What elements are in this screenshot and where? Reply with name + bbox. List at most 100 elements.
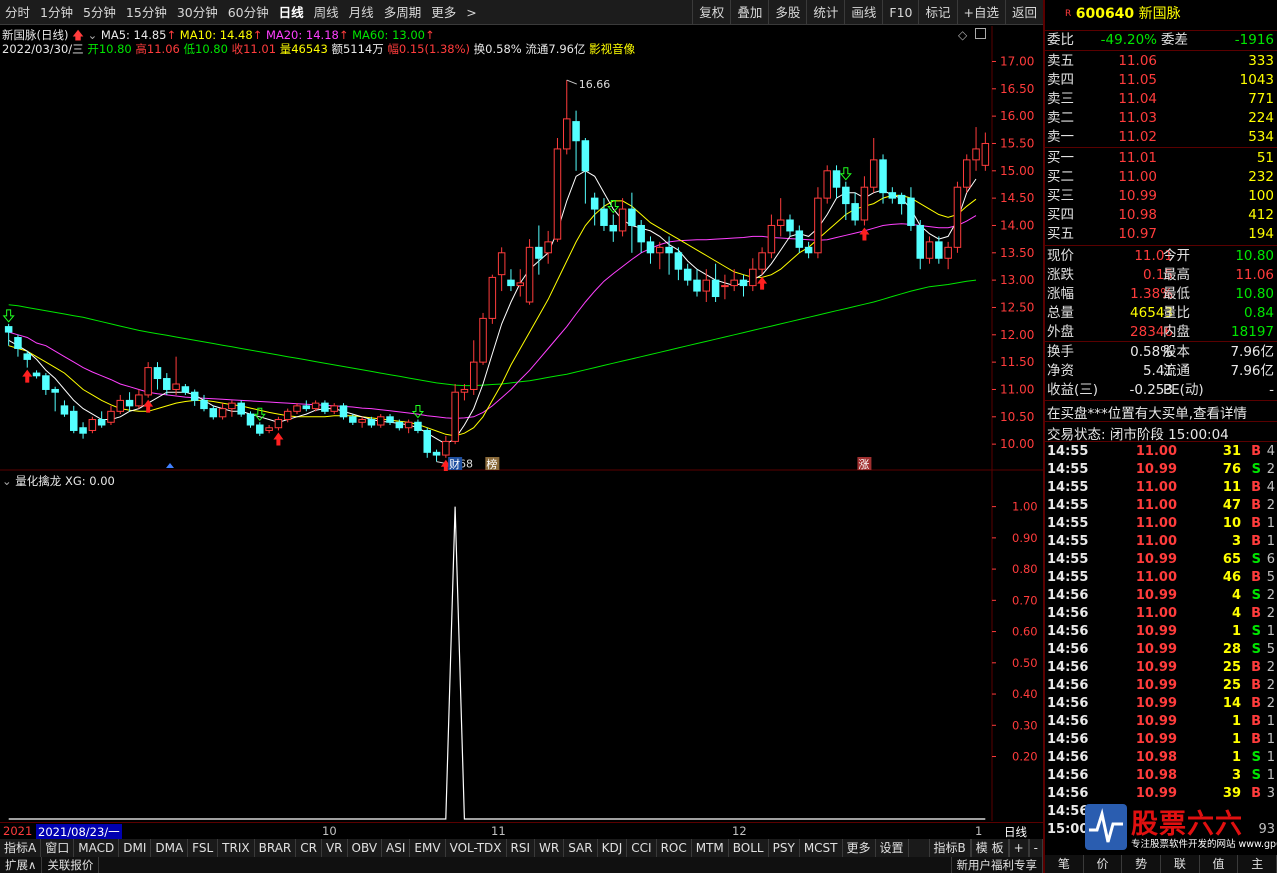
diamond-icon[interactable]: ◇ — [958, 28, 967, 42]
date-axis-bar[interactable]: 2021 2021/08/23/一 10 11 12 1 日线 — [0, 822, 1043, 840]
candle-body — [739, 279, 748, 287]
more-arrow-icon[interactable]: > — [461, 0, 481, 25]
candle — [442, 435, 450, 458]
timeframe-tab[interactable]: 多周期 — [379, 0, 427, 25]
panel-tab[interactable]: 势 — [1122, 855, 1162, 873]
book-row[interactable]: 卖五 11.06 333 — [1045, 52, 1277, 70]
book-row[interactable]: 卖四 11.05 1043 — [1045, 71, 1277, 89]
indicator-tab[interactable]: CCI — [627, 839, 657, 857]
concept-tag[interactable]: 影视音像 — [589, 42, 635, 56]
timeframe-tab[interactable]: 月线 — [344, 0, 379, 25]
ma20-legend: MA20: 14.18 — [265, 28, 339, 42]
chevron-down-icon[interactable]: ⌄ — [88, 28, 98, 42]
book-row[interactable]: 买一 11.01 51 — [1045, 149, 1277, 167]
tool-button[interactable]: 多股 — [768, 0, 806, 25]
tick-d: S — [1251, 624, 1261, 639]
candle — [823, 165, 831, 204]
indicator-tab[interactable]: 设置 — [876, 839, 909, 857]
timeframe-tab[interactable]: 更多 — [426, 0, 461, 25]
panel-tab[interactable]: 联 — [1161, 855, 1200, 873]
candle-body — [60, 405, 69, 415]
book-price: 11.01 — [1118, 150, 1157, 166]
indicator-tab[interactable]: 指标A — [0, 839, 42, 857]
tick-t: 14:56 — [1047, 786, 1089, 801]
timeframe-tab[interactable]: 5分钟 — [78, 0, 121, 25]
indicator-tab[interactable]: VR — [322, 839, 348, 857]
indicator-tab-right[interactable]: 指标B — [928, 839, 971, 857]
timeframe-tab[interactable]: 1分钟 — [35, 0, 78, 25]
indicator-tab[interactable]: PSY — [769, 839, 800, 857]
book-row[interactable]: 买四 10.98 412 — [1045, 206, 1277, 224]
indicator-tab[interactable]: OBV — [348, 839, 383, 857]
panel-tab[interactable]: 主 — [1238, 855, 1277, 873]
panel-tab[interactable]: 价 — [1084, 855, 1123, 873]
quote-row: 现价 11.01 今开 10.80 — [1045, 247, 1277, 265]
book-row[interactable]: 买二 11.00 232 — [1045, 168, 1277, 186]
related-quote-button[interactable]: 关联报价 — [42, 857, 100, 873]
book-row[interactable]: 买五 10.97 194 — [1045, 225, 1277, 243]
event-marker[interactable]: 涨 — [858, 458, 869, 471]
indicator-tab[interactable]: CR — [296, 839, 322, 857]
candle — [256, 422, 264, 436]
candlestick-chart[interactable]: 17.00 16.50 16.00 15.50 15.00 14.50 14.00 13.50… — [0, 26, 1043, 471]
candle — [618, 198, 627, 237]
tool-button[interactable]: 统计 — [806, 0, 844, 25]
panel-tab[interactable]: 值 — [1200, 855, 1239, 873]
indicator-tab[interactable]: RSI — [507, 839, 536, 857]
book-row[interactable]: 卖三 11.04 771 — [1045, 90, 1277, 108]
indicator-tab[interactable]: MACD — [74, 839, 120, 857]
new-user-benefit-link[interactable]: 新用户福利专享 — [950, 857, 1043, 873]
candle-body — [116, 399, 125, 412]
indicator-tab[interactable]: VOL-TDX — [446, 839, 507, 857]
indicator-tab[interactable]: EMV — [410, 839, 446, 857]
tool-button[interactable]: F10 — [882, 0, 918, 25]
timeframe-tab[interactable]: 分时 — [0, 0, 35, 25]
timeframe-tab[interactable]: 15分钟 — [121, 0, 172, 25]
candle — [190, 389, 199, 406]
indicator-tab[interactable]: MTM — [692, 839, 729, 857]
expand-button[interactable]: 扩展∧ — [0, 857, 43, 873]
fundamental-label: 流通 — [1163, 363, 1190, 379]
indicator-tab[interactable]: DMI — [119, 839, 152, 857]
indicator-tab[interactable]: KDJ — [598, 839, 628, 857]
indicator-tab[interactable]: MCST — [800, 839, 843, 857]
indicator-tab[interactable]: BRAR — [255, 839, 297, 857]
event-marker[interactable]: 榜 — [486, 457, 497, 471]
indicator-chart[interactable]: 1.00 0.90 0.80 0.70 0.60 0.50 0.40 0.30 0.20 — [0, 471, 1043, 821]
indicator-tab-right[interactable]: 模 板 — [970, 839, 1009, 857]
timeframe-tab[interactable]: 60分钟 — [223, 0, 274, 25]
indicator-tab[interactable]: 更多 — [843, 839, 876, 857]
tool-button[interactable]: 叠加 — [730, 0, 768, 25]
timeframe-tab[interactable]: 周线 — [309, 0, 344, 25]
indicator-tab[interactable]: FSL — [188, 839, 219, 857]
price-axis-label: 10.00 — [1000, 437, 1034, 451]
tool-button[interactable]: 返回 — [1004, 0, 1043, 25]
indicator-tab[interactable]: 窗口 — [41, 839, 75, 857]
indicator-tab[interactable]: BOLL — [729, 839, 769, 857]
timeframe-tab[interactable]: 30分钟 — [172, 0, 223, 25]
panel-tab[interactable]: 笔 — [1045, 855, 1084, 873]
tool-button[interactable]: 标记 — [918, 0, 956, 25]
tool-button[interactable]: 画线 — [844, 0, 882, 25]
indicator-tab[interactable]: ASI — [382, 839, 411, 857]
tool-button[interactable]: 复权 — [692, 0, 730, 25]
indicator-tab-right[interactable]: - — [1028, 839, 1043, 857]
book-row[interactable]: 买三 10.99 100 — [1045, 187, 1277, 205]
window-toggle-icon[interactable] — [975, 28, 986, 39]
indicator-tab[interactable]: DMA — [151, 839, 189, 857]
candle — [153, 362, 162, 390]
book-row[interactable]: 卖二 11.03 224 — [1045, 109, 1277, 127]
event-marker[interactable]: 财 — [449, 457, 460, 471]
big-order-notice[interactable]: 在买盘***位置有大买单,查看详情 — [1047, 402, 1247, 422]
chevron-down-icon[interactable]: ⌄ — [2, 474, 12, 488]
tool-button[interactable]: +自选 — [956, 0, 1005, 25]
book-row[interactable]: 卖一 11.02 534 — [1045, 128, 1277, 146]
timeframe-tab[interactable]: 日线 — [274, 0, 309, 25]
indicator-tab[interactable]: SAR — [564, 839, 598, 857]
period-label[interactable]: 日线 — [1004, 824, 1027, 840]
indicator-tab[interactable]: ROC — [657, 839, 692, 857]
indicator-tab[interactable]: TRIX — [218, 839, 255, 857]
order-ratio-value: -49.20% — [1100, 32, 1157, 48]
indicator-tab-right[interactable]: + — [1008, 839, 1029, 857]
indicator-tab[interactable]: WR — [535, 839, 565, 857]
